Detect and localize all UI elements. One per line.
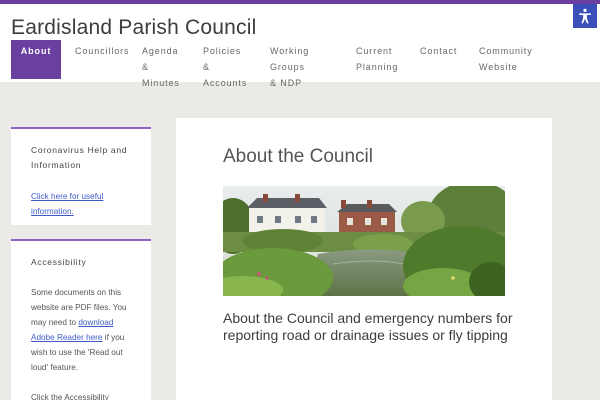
village-photo [223,186,505,296]
nav-item-current-planning[interactable]: Current Planning [356,40,398,75]
sidebar-coronavirus-card: Coronavirus Help and Information Click h… [11,127,151,225]
accessibility-card-text: Some documents on this website are PDF f… [31,288,127,372]
main-content-card: About the Council About the Council and … [176,118,552,400]
accessibility-menu-text: Click the Accessibility Menu [31,393,109,400]
accessibility-card-title: Accessibility [31,257,87,267]
coronavirus-card-title: Coronavirus Help and Information [31,145,128,170]
nav-item-contact[interactable]: Contact [420,40,457,59]
page-description: About the Council and emergency numbers … [223,310,513,343]
sidebar-accessibility-card: Accessibility Some documents on this web… [11,239,151,400]
accessibility-person-icon [579,8,591,24]
accessibility-menu-button[interactable] [573,4,597,28]
page-title: About the Council [223,146,373,167]
nav-item-councillors[interactable]: Councillors [75,40,129,59]
nav-item-agenda-minutes[interactable]: Agenda & Minutes [142,40,180,91]
nav-item-policies-accounts[interactable]: Policies & Accounts [203,40,247,91]
site-title[interactable]: Eardisland Parish Council [11,16,256,40]
nav-item-working-groups[interactable]: Working Groups & NDP [270,40,309,91]
nav-item-about[interactable]: About [11,40,61,79]
coronavirus-info-link[interactable]: Click here for useful information. [31,192,103,216]
nav-item-community-website[interactable]: Community Website [479,40,533,75]
